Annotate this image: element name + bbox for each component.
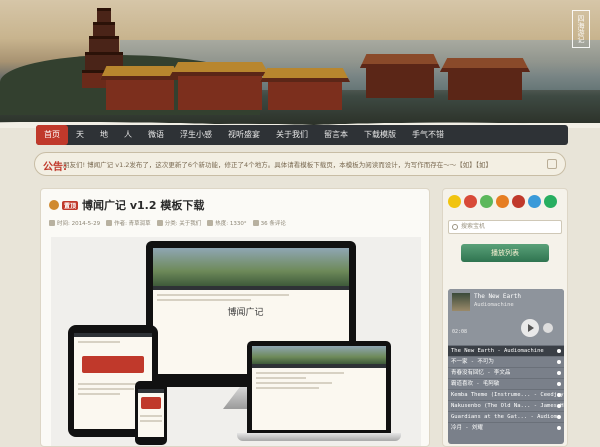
track-status-icon — [557, 360, 561, 364]
article-icon — [49, 200, 59, 210]
weibo-icon[interactable] — [528, 195, 541, 208]
nav-item-10[interactable]: 手气不错 — [404, 125, 452, 145]
now-playing-title: The New Earth — [474, 293, 521, 300]
music-player: The New Earth Audiomachine 02:08 The New… — [448, 289, 564, 444]
meta-comments[interactable]: 36 条评论 — [252, 219, 286, 227]
announcement-ornament-icon — [547, 159, 557, 169]
next-button-icon[interactable] — [543, 323, 553, 333]
now-playing-artist: Audiomachine — [474, 302, 514, 308]
nav-item-5[interactable]: 浮生小感 — [172, 125, 220, 145]
user-icon[interactable] — [512, 195, 525, 208]
header-banner: 四海游记 — [0, 0, 600, 128]
track-title: Nakusenbo (The Old Na... - James H — [451, 403, 564, 409]
article-meta: 时间: 2014-5-29 作者: 青草润草 分类: 关于我们 热度: 1330… — [49, 219, 421, 227]
track-list: The New Earth - Audiomachine 不一家 - 不可为青春没… — [448, 345, 564, 433]
player-controls: The New Earth Audiomachine 02:08 — [448, 289, 564, 345]
nav-item-3[interactable]: 人 — [116, 125, 140, 145]
meta-date: 时间: 2014-5-29 — [49, 219, 100, 227]
track-title: 不一家 - 不可为 — [451, 359, 494, 365]
laptop-base — [237, 433, 401, 441]
chat-icon[interactable] — [544, 195, 557, 208]
nav-item-8[interactable]: 留言本 — [316, 125, 356, 145]
meta-category[interactable]: 分类: 关于我们 — [156, 219, 201, 227]
article-card: 置顶 博闻广记 v1.2 模板下载 时间: 2014-5-29 作者: 青草润草… — [40, 188, 430, 447]
social-icons — [443, 189, 567, 214]
article-header: 置顶 博闻广记 v1.2 模板下载 时间: 2014-5-29 作者: 青草润草… — [41, 189, 429, 231]
announcement-text: 朋友们! 博闻广记 v1.2发布了，这次更新了6个新功能，修正了4个地方。具体请… — [63, 161, 492, 169]
track-title: Guardians at the Gat... - Audioma — [451, 414, 561, 420]
track-status-icon — [557, 415, 561, 419]
playlist-ribbon: 播放列表 — [461, 244, 549, 262]
announcement-label: 公告: — [43, 162, 67, 173]
track-item[interactable]: 冷月 - 刘耀 — [448, 422, 564, 433]
wechat-icon[interactable] — [480, 195, 493, 208]
track-status-icon — [557, 349, 561, 353]
track-title: 冷月 - 刘耀 — [451, 425, 483, 431]
nav-item-4[interactable]: 微语 — [140, 125, 172, 145]
clock-icon — [49, 220, 55, 226]
article-title-row: 置顶 博闻广记 v1.2 模板下载 — [49, 197, 421, 213]
nav-item-9[interactable]: 下载模版 — [356, 125, 404, 145]
fire-icon — [207, 220, 214, 226]
laptop-mockup — [247, 341, 391, 433]
responsive-mockup-image[interactable]: 博闻广记 — [51, 237, 421, 446]
playback-time: 02:08 — [452, 329, 468, 335]
user-icon — [106, 220, 113, 226]
nav-item-7[interactable]: 关于我们 — [268, 125, 316, 145]
track-status-icon — [557, 382, 561, 386]
track-status-icon — [557, 393, 561, 397]
track-item[interactable]: 霸道喜欢 - 毛阿敏 — [448, 378, 564, 389]
track-item[interactable]: 不一家 - 不可为 — [448, 356, 564, 367]
gmail-icon[interactable] — [464, 195, 477, 208]
nav-item-6[interactable]: 视听盛宴 — [220, 125, 268, 145]
play-button-icon[interactable] — [521, 319, 539, 337]
nav-item-1[interactable]: 天 — [68, 125, 92, 145]
qq-icon[interactable] — [448, 195, 461, 208]
article-title[interactable]: 博闻广记 v1.2 模板下载 — [82, 197, 204, 213]
meta-author[interactable]: 作者: 青草润草 — [106, 219, 151, 227]
track-title: 霸道喜欢 - 毛阿敏 — [451, 381, 500, 387]
mockup-calligraphy: 博闻广记 — [227, 307, 264, 318]
nav-item-2[interactable]: 地 — [92, 125, 116, 145]
album-cover — [452, 293, 470, 311]
track-title: The New Earth - Audiomachine — [451, 348, 544, 354]
search-placeholder: 搜索宝机 — [461, 223, 486, 230]
main-nav: 首页天地人微语 浮生小感 视听盛宴 关于我们 留言本 下载模版 手气不错 — [36, 125, 568, 145]
search-input[interactable]: 搜索宝机 — [448, 220, 562, 234]
track-title: Kemba Theme (Instrume... - Ceedjay — [451, 392, 564, 398]
rss-icon[interactable] — [496, 195, 509, 208]
track-status-icon — [557, 426, 561, 430]
sidebar: 搜索宝机 播放列表 The New Earth Audiomachine 02:… — [442, 188, 568, 447]
meta-views: 热度: 1330° — [207, 219, 247, 227]
track-item[interactable]: Nakusenbo (The Old Na... - James H — [448, 400, 564, 411]
nav-item-0[interactable]: 首页 — [36, 125, 68, 145]
search-icon — [452, 224, 458, 230]
phone-mockup — [135, 381, 167, 445]
track-item[interactable]: Kemba Theme (Instrume... - Ceedjay — [448, 389, 564, 400]
track-title: 青春没有回忆 - 李文品 — [451, 370, 511, 376]
sticky-badge: 置顶 — [62, 200, 79, 210]
announcement-bar: 公告: 朋友们! 博闻广记 v1.2发布了，这次更新了6个新功能，修正了4个地方… — [34, 152, 566, 176]
track-item[interactable]: The New Earth - Audiomachine — [448, 345, 564, 356]
track-item[interactable]: 青春没有回忆 - 李文品 — [448, 367, 564, 378]
seal-stamp: 四海游记 — [572, 10, 590, 48]
track-status-icon — [557, 404, 561, 408]
track-item[interactable]: Guardians at the Gat... - Audioma — [448, 411, 564, 422]
comment-icon — [252, 220, 259, 226]
folder-icon — [156, 220, 163, 226]
track-status-icon — [557, 371, 561, 375]
